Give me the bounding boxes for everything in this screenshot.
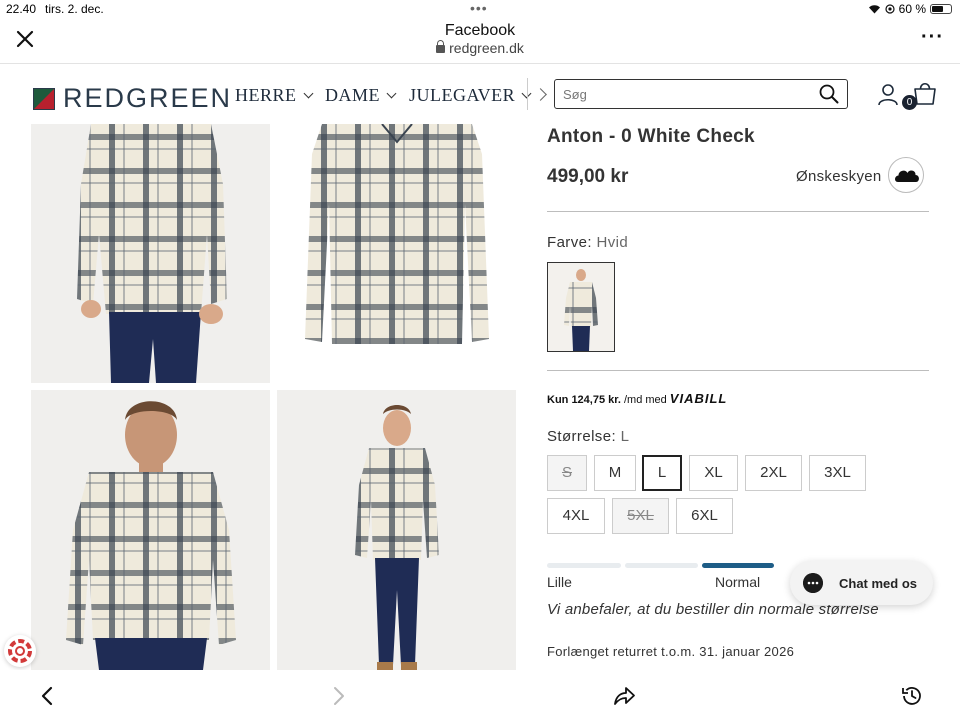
fit-scale-segment [547, 563, 621, 568]
fit-label-small: Lille [547, 574, 572, 590]
color-swatch-hvid[interactable] [547, 262, 615, 352]
size-option-xl[interactable]: XL [689, 455, 738, 491]
wishlist-label[interactable]: Ønskeskyen [796, 168, 882, 185]
color-label: Farve: Hvid [547, 234, 628, 251]
nav-julegaver[interactable]: JULEGAVER [409, 85, 532, 106]
fit-scale-segment-active [702, 563, 774, 568]
size-option-5xl[interactable]: 5XL [612, 498, 669, 534]
search-icon[interactable] [819, 84, 839, 104]
status-right: 60 % [868, 2, 952, 16]
model-full-illustration [355, 405, 439, 670]
user-icon[interactable] [876, 82, 900, 106]
wishlist-button[interactable] [888, 157, 924, 193]
battery-icon [930, 4, 952, 14]
size-option-l[interactable]: L [642, 455, 682, 491]
status-time: 22.40 [6, 2, 37, 16]
size-label: Størrelse: L [547, 428, 629, 445]
product-photo-front-model[interactable] [31, 124, 270, 383]
browser-url: redgreen.dk [0, 40, 960, 56]
divider [547, 211, 929, 212]
orientation-lock-icon [885, 4, 895, 14]
history-icon[interactable] [900, 684, 924, 708]
divider [547, 370, 929, 371]
fit-scale-segment [625, 563, 698, 568]
chat-icon [803, 573, 823, 593]
nav-label: JULEGAVER [409, 85, 516, 105]
viabill-amount: Kun 124,75 kr. [547, 394, 621, 406]
color-swatch-thumbnail [564, 269, 598, 351]
nav-label: HERRE [235, 85, 297, 105]
chevron-down-icon [386, 88, 397, 99]
fit-label-normal: Normal [715, 574, 761, 590]
logo-text: REDGREEN [63, 83, 233, 113]
viabill-suffix: /md med [624, 394, 667, 406]
nav-dame[interactable]: DAME [325, 85, 397, 106]
chat-button[interactable]: Chat med os [790, 561, 933, 605]
browser-title: Facebook [444, 22, 516, 39]
size-option-3xl[interactable]: 3XL [809, 455, 866, 491]
accessibility-widget[interactable] [4, 635, 36, 667]
cart-count-badge: 0 [902, 95, 917, 110]
browser-toolbar [0, 670, 960, 720]
size-selected-value: L [620, 428, 630, 445]
size-option-6xl[interactable]: 6XL [676, 498, 733, 534]
size-option-m[interactable]: M [594, 455, 636, 491]
multitask-dots-icon[interactable]: ••• [470, 0, 488, 16]
share-icon[interactable] [612, 684, 636, 708]
size-option-4xl[interactable]: 4XL [547, 498, 605, 534]
color-value: Hvid [596, 234, 629, 251]
nav-divider [527, 78, 528, 110]
viabill-logo: VIABILL [669, 391, 728, 406]
viabill-installment[interactable]: Kun 124,75 kr. /md med VIABILL [547, 391, 727, 406]
product-photo-back-model[interactable] [31, 390, 270, 670]
forward-arrow-icon[interactable] [326, 684, 350, 708]
product-title: Anton - 0 White Check [547, 126, 755, 147]
product-price: 499,00 kr [547, 166, 629, 187]
chat-label: Chat med os [839, 575, 918, 591]
returns-info: Forlænget returret t.o.m. 31. januar 202… [547, 644, 795, 659]
logo-mark-icon [33, 87, 55, 110]
shirt-flat-illustration [305, 124, 489, 344]
cloud-icon [895, 170, 919, 182]
status-bar: 22.40 tirs. 2. dec. ••• 60 % [0, 0, 960, 18]
model-back-illustration [66, 401, 236, 670]
lock-icon [436, 40, 446, 53]
size-option-2xl[interactable]: 2XL [745, 455, 802, 491]
site-header: REDGREEN HERRE DAME JULEGAVER 0 [0, 64, 960, 124]
nav-herre[interactable]: HERRE [235, 85, 313, 106]
size-label-text: Størrelse: [547, 428, 617, 445]
in-app-browser-header: Facebook redgreen.dk ··· [0, 18, 960, 64]
model-front-illustration [77, 124, 227, 383]
status-date: tirs. 2. dec. [45, 2, 104, 16]
chevron-down-icon [303, 88, 313, 99]
battery-percent: 60 % [898, 2, 926, 16]
site-logo[interactable]: REDGREEN [33, 83, 232, 114]
color-label-text: Farve: [547, 234, 592, 251]
product-photo-flat-shirt[interactable] [277, 124, 516, 383]
nav-scroll-right-icon[interactable] [534, 88, 547, 101]
wifi-icon [868, 5, 880, 14]
search-input[interactable] [563, 81, 813, 107]
search-box [554, 79, 848, 109]
lifebuoy-icon [8, 639, 32, 663]
browser-url-text: redgreen.dk [449, 40, 524, 56]
size-option-s[interactable]: S [547, 455, 587, 491]
back-arrow-icon[interactable] [36, 684, 60, 708]
more-icon[interactable]: ··· [921, 26, 944, 49]
product-photo-full-model[interactable] [277, 390, 516, 670]
nav-label: DAME [325, 85, 380, 105]
